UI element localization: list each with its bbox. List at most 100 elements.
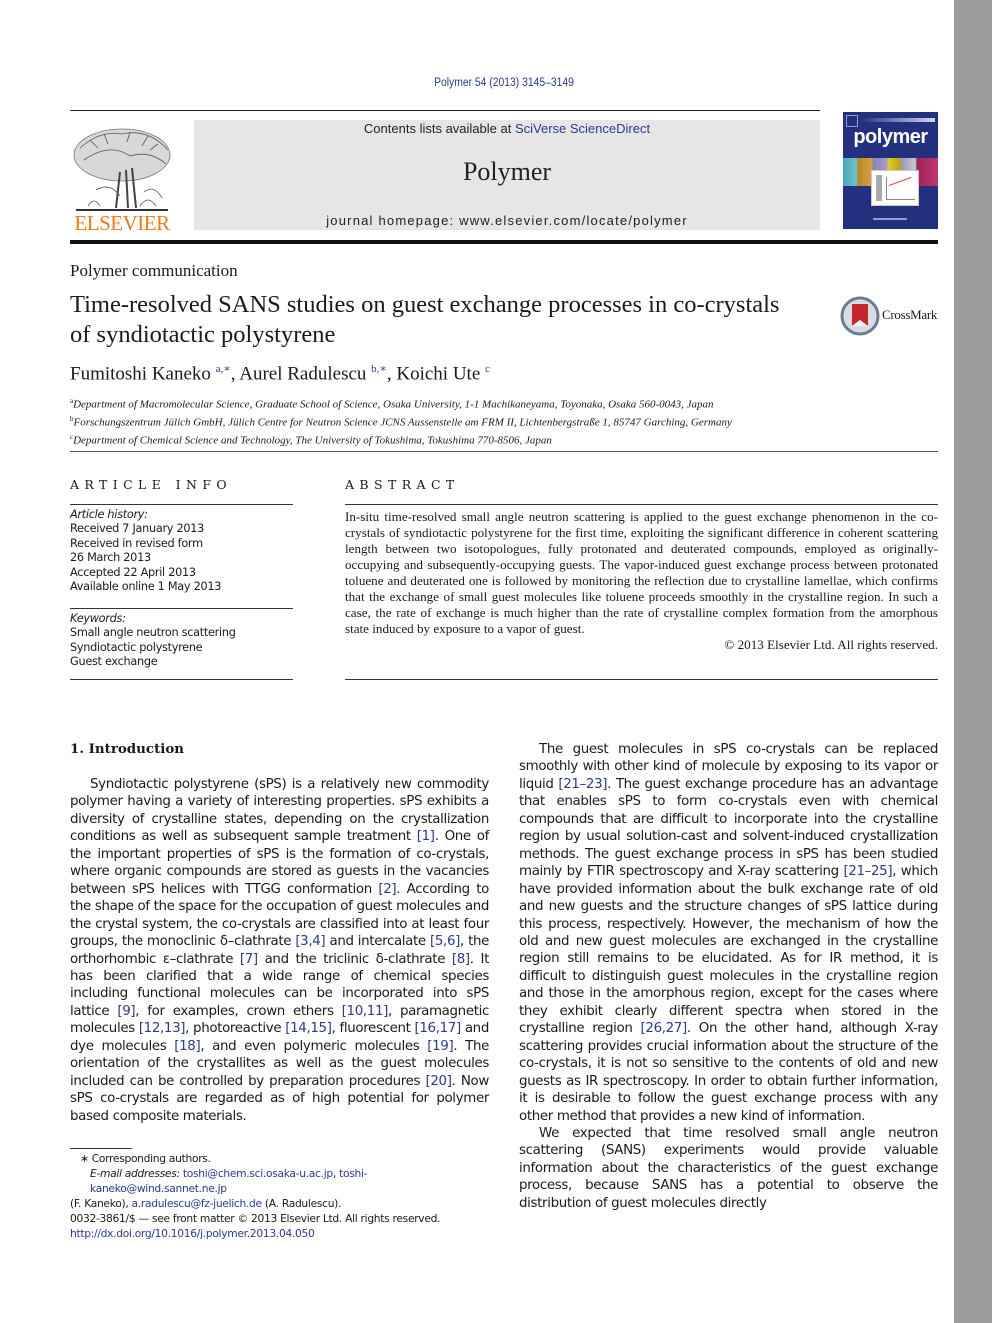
- abstract-heading: ABSTRACT: [345, 477, 460, 492]
- author-separator: ,: [386, 363, 397, 385]
- citation-link[interactable]: [21–23]: [558, 777, 607, 792]
- keywords-label: Keywords:: [70, 612, 126, 625]
- history-item: Received 7 January 2013: [70, 522, 205, 536]
- body-text: , photo­reactive: [185, 1021, 286, 1037]
- body-text: , and even polymeric molecules: [200, 1038, 428, 1054]
- body-text: , which have provided information about …: [519, 864, 939, 1037]
- body-column-left: Syndiotactic polystyrene (sPS) is a rela…: [70, 776, 489, 1125]
- crossmark-label: CrossMark: [882, 307, 938, 322]
- header-top-rule: [70, 110, 820, 111]
- affiliation-text: Department of Macromolecular Science, Gr…: [73, 398, 714, 411]
- cover-band: [859, 118, 935, 122]
- author-note: (A. Radulescu).: [261, 1197, 342, 1210]
- body-text: We expected that time resolved small ang…: [519, 1125, 938, 1211]
- history-label: Article history:: [70, 508, 148, 521]
- citation-link[interactable]: [18]: [174, 1039, 200, 1054]
- citation-link[interactable]: [20]: [426, 1074, 452, 1089]
- citation-link[interactable]: [3,4]: [295, 934, 325, 949]
- cover-title: polymer: [853, 126, 928, 148]
- keyword-item: Small angle neutron scattering: [70, 626, 236, 640]
- citation-link[interactable]: [21–25]: [843, 864, 892, 879]
- email-link[interactable]: toshi@chem.sci.osaka-u.ac.jp: [183, 1167, 333, 1180]
- history-item: Available online 1 May 2013: [70, 580, 222, 594]
- email-link[interactable]: a.radulescu@fz-juelich.de: [132, 1197, 263, 1210]
- email-line: E-mail addresses: toshi@chem.sci.osaka-u…: [90, 1167, 368, 1195]
- body-text: , for examples, crown ethers: [135, 1003, 342, 1019]
- author-name[interactable]: Koichi Ute: [396, 363, 480, 384]
- cover-chart-graphic: [871, 170, 919, 206]
- section-divider: [70, 451, 938, 452]
- body-text: , fluorescent: [331, 1021, 415, 1037]
- keywords: Keywords: Small angle neutron scattering…: [70, 612, 236, 670]
- citation-link[interactable]: [5,6]: [430, 934, 460, 949]
- email-label: E-mail addresses:: [90, 1167, 180, 1180]
- citation-link[interactable]: [16,17]: [415, 1021, 462, 1036]
- cover-footer-text: [873, 218, 907, 220]
- contents-line: Contents lists available at SciVerse Sci…: [194, 121, 820, 136]
- body-text: . On the other hand, although X-ray scat…: [519, 1021, 938, 1124]
- citation-link[interactable]: [12,13]: [139, 1021, 186, 1036]
- divider: [345, 504, 938, 505]
- affiliations: aDepartment of Macromolecular Science, G…: [70, 394, 930, 448]
- paragraph: The guest molecules in sPS co-crystals c…: [519, 741, 938, 1125]
- affiliation-item: bForschungszentrum Jülich GmbH, Jülich C…: [70, 412, 930, 430]
- history-item: Accepted 22 April 2013: [70, 565, 196, 579]
- body-text: and intercalate: [325, 934, 430, 950]
- divider: [70, 679, 293, 680]
- citation-link[interactable]: [8]: [452, 952, 470, 967]
- section-heading: 1. Introduction: [70, 741, 185, 757]
- citation-link[interactable]: [10,11]: [342, 1004, 389, 1019]
- citation-link[interactable]: [26,27]: [641, 1021, 688, 1036]
- issn-line: 0032-3861/$ — see front matter © 2013 El…: [70, 1212, 441, 1225]
- doi-link[interactable]: http://dx.doi.org/10.1016/j.polymer.2013…: [70, 1227, 315, 1240]
- author-affiliation-marker[interactable]: b,∗: [371, 363, 387, 375]
- author-name[interactable]: Aurel Radulescu: [239, 363, 366, 384]
- abstract: In-situ time-resolved small angle neutro…: [345, 509, 938, 653]
- affiliation-item: aDepartment of Macromolecular Science, G…: [70, 394, 930, 412]
- citation-link[interactable]: [1]: [417, 829, 435, 844]
- keyword-item: Syndiotactic polystyrene: [70, 640, 203, 654]
- journal-homepage-link[interactable]: journal homepage: www.elsevier.com/locat…: [194, 213, 820, 228]
- author-separator: ,: [230, 363, 240, 385]
- article-type: Polymer communication: [70, 261, 238, 280]
- affiliation-text: Forschungszentrum Jülich GmbH, Jülich Ce…: [73, 416, 732, 429]
- footnotes: ∗ Corresponding authors. E-mail addresse…: [70, 1151, 495, 1211]
- contents-prefix: Contents lists available at: [363, 121, 515, 136]
- history-item: 26 March 2013: [70, 551, 151, 565]
- abstract-body: In-situ time-resolved small angle neutro…: [345, 509, 938, 636]
- article-title: Time-resolved SANS studies on guest exch…: [70, 291, 780, 348]
- citation-link[interactable]: [19]: [427, 1039, 453, 1054]
- tree-icon: [73, 128, 171, 211]
- issn-block: 0032-3861/$ — see front matter © 2013 El…: [70, 1211, 441, 1241]
- corresponding-note: ∗ Corresponding authors.: [80, 1152, 211, 1165]
- header-bottom-rule: [70, 240, 938, 244]
- history-item: Received in revised form: [70, 536, 203, 550]
- email-line: (F. Kaneko), a.radulescu@fz-juelich.de (…: [70, 1196, 495, 1211]
- paragraph: We expected that time resolved small ang…: [519, 1125, 938, 1212]
- citation-link[interactable]: [2]: [378, 882, 396, 897]
- article-info-heading: ARTICLE INFO: [70, 477, 233, 492]
- affiliation-text: Department of Chemical Science and Techn…: [73, 434, 552, 447]
- affiliation-item: cDepartment of Chemical Science and Tech…: [70, 430, 930, 448]
- crossmark-button[interactable]: CrossMark: [840, 296, 940, 336]
- divider: [70, 608, 293, 609]
- paragraph: Syndiotactic polystyrene (sPS) is a rela…: [70, 776, 489, 1125]
- journal-citation-link[interactable]: Polymer 54 (2013) 3145–3149: [50, 77, 957, 89]
- abstract-copyright: © 2013 Elsevier Ltd. All rights reserved…: [724, 637, 938, 652]
- author-affiliation-marker[interactable]: c: [485, 363, 490, 375]
- body-text: and the triclinic δ-clathrate: [257, 951, 452, 967]
- author-affiliation-marker[interactable]: a,∗: [216, 363, 231, 375]
- crossmark-icon: [840, 296, 880, 336]
- footnote-rule: [70, 1148, 132, 1149]
- citation-link[interactable]: [7]: [240, 952, 258, 967]
- scrollbar[interactable]: [954, 0, 992, 1323]
- author-name[interactable]: Fumitoshi Kaneko: [70, 363, 211, 384]
- body-column-right: The guest molecules in sPS co-crystals c…: [519, 741, 938, 1212]
- author-note: (F. Kaneko),: [70, 1197, 132, 1210]
- author-list: Fumitoshi Kaneko a,∗, Aurel Radulescu b,…: [70, 362, 490, 385]
- article-history: Article history: Received 7 January 2013…: [70, 508, 221, 594]
- citation-link[interactable]: [14,15]: [285, 1021, 332, 1036]
- journal-cover-image[interactable]: polymer: [843, 112, 938, 229]
- sciencedirect-link[interactable]: SciVerse ScienceDirect: [515, 121, 650, 136]
- citation-link[interactable]: [9]: [117, 1004, 135, 1019]
